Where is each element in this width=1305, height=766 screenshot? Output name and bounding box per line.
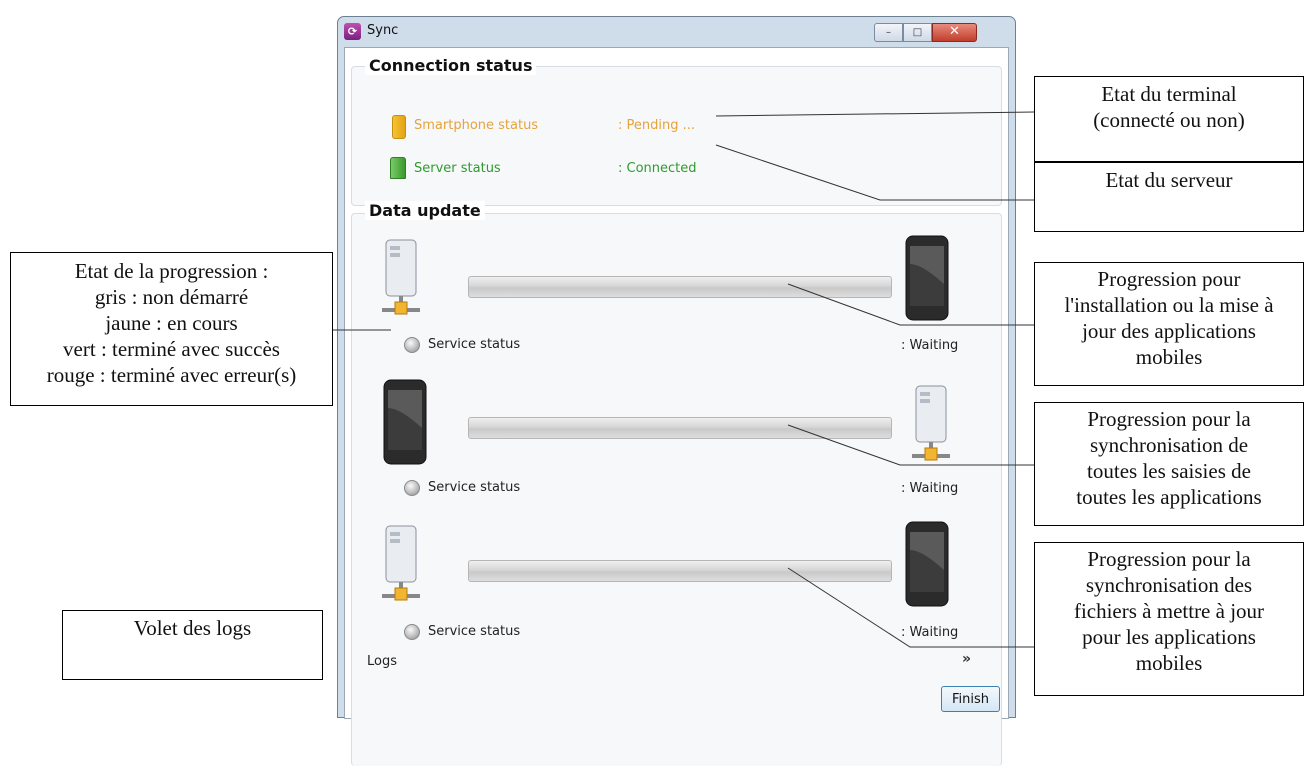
leader-install — [787, 283, 1034, 326]
leader-server — [715, 144, 1034, 201]
leader-sync-files — [787, 567, 1034, 648]
leader-sync-inputs — [787, 424, 1034, 466]
annotation-leader-lines — [333, 111, 1035, 648]
leader-terminal — [715, 111, 1035, 117]
